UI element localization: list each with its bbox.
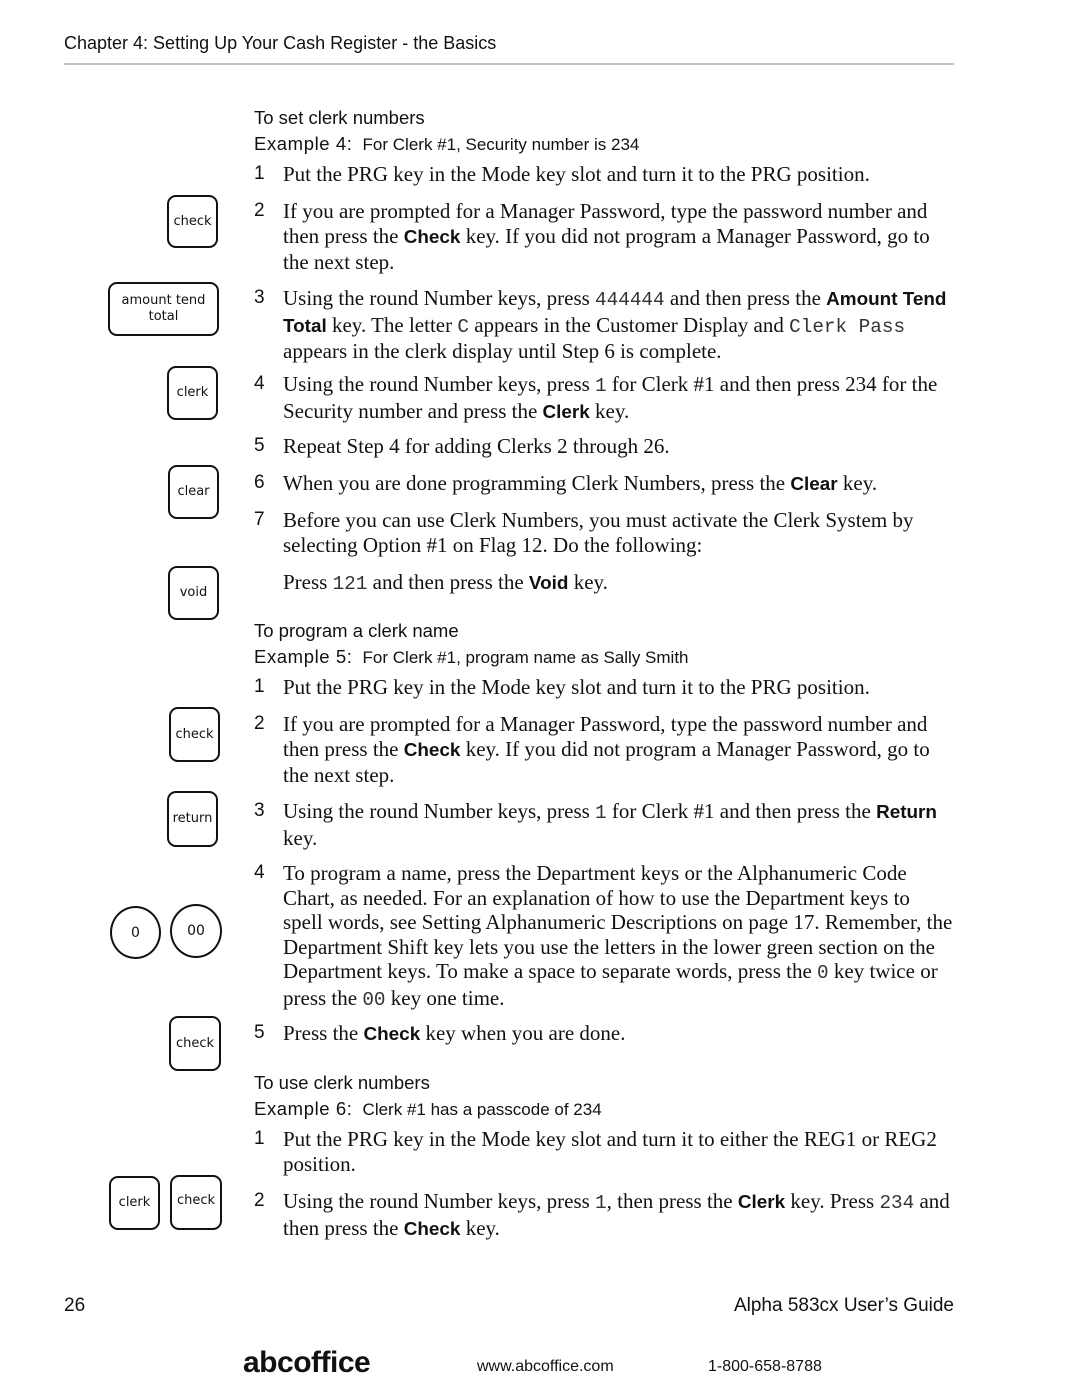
check-key: check [169, 707, 220, 762]
step-text: Using the round Number keys, press 44444… [283, 286, 947, 363]
step-number: 1 [254, 1128, 265, 1149]
check-key: check [169, 1016, 221, 1071]
key-name: Clerk [542, 401, 590, 423]
key-input-value: 1 [595, 375, 607, 397]
return-key: return [167, 791, 218, 847]
clear-key: clear [168, 465, 219, 519]
step-text: Using the round Number keys, press 1 for… [283, 372, 938, 423]
key-input-value: 444444 [595, 289, 665, 311]
void-key: void [168, 566, 219, 620]
key-name: Check [363, 1024, 421, 1045]
step-text: Using the round Number keys, press 1 for… [283, 799, 937, 850]
step-number: 5 [254, 435, 265, 456]
step-number: 2 [254, 1190, 265, 1211]
step: 2 If you are prompted for a Manager Passw… [254, 712, 954, 788]
section-title: To program a clerk name [254, 620, 459, 641]
step-number: 1 [254, 676, 265, 697]
step-text: Press 121 and then press the Void key. [283, 570, 608, 595]
step-text: Before you can use Clerk Numbers, you mu… [283, 508, 914, 557]
clerk-key: clerk [167, 366, 218, 420]
header-divider [64, 63, 954, 65]
step: 4 To program a name, press the Department… [254, 861, 954, 1012]
step: 1 Put the PRG key in the Mode key slot an… [254, 675, 954, 700]
key-name: Clear [790, 474, 838, 495]
check-key: check [170, 1175, 222, 1230]
website-link[interactable]: www.abcoffice.com [477, 1358, 614, 1376]
brand-logo: abcoffice [243, 1346, 371, 1379]
step-text: Repeat Step 4 for adding Clerks 2 throug… [283, 434, 670, 458]
key-input-value: C [457, 315, 469, 338]
step: 1 Put the PRG key in the Mode key slot an… [254, 162, 954, 187]
example-label: Example 5: [254, 646, 353, 667]
step: 2 If you are prompted for a Manager Passw… [254, 199, 954, 275]
example-label: Example 6: [254, 1098, 353, 1119]
key-label: amount tend total [121, 293, 206, 324]
step: 2 Using the round Number keys, press 1, t… [254, 1189, 954, 1242]
step-number: 5 [254, 1022, 265, 1043]
step-text: Put the PRG key in the Mode key slot and… [283, 162, 870, 186]
key-input-value: 121 [332, 573, 368, 595]
step: 7 Before you can use Clerk Numbers, you m… [254, 508, 954, 557]
key-name: Void [528, 573, 569, 594]
step: Press 121 and then press the Void key. [254, 570, 954, 597]
key-name: Clerk [737, 1192, 786, 1213]
page-number: 26 [64, 1295, 86, 1316]
step: 1 Put the PRG key in the Mode key slot an… [254, 1127, 954, 1176]
key-input-value: 1 [595, 802, 607, 824]
step-text: If you are prompted for a Manager Passwo… [283, 712, 930, 787]
key-input-value: Clerk Pass [789, 315, 906, 338]
zero-key: 0 [110, 906, 161, 959]
step: 5 Press the Check key when you are done. [254, 1021, 954, 1048]
section-title: To use clerk numbers [254, 1072, 430, 1093]
step-number: 3 [254, 287, 265, 308]
step-text: Press the Check key when you are done. [283, 1021, 626, 1045]
key-name: Check [403, 1218, 461, 1240]
step-number: 4 [254, 862, 265, 883]
step-number: 7 [254, 509, 265, 530]
step-number: 1 [254, 163, 265, 184]
key-input-value: 00 [362, 988, 386, 1011]
example-label: Example 4: [254, 133, 353, 154]
chapter-header: Chapter 4: Setting Up Your Cash Register… [64, 33, 497, 53]
example-heading: Example 5: For Clerk #1, program name as … [254, 646, 689, 668]
key-name: Check [403, 226, 461, 248]
guide-title: Alpha 583cx User’s Guide [733, 1295, 954, 1316]
key-name: Return [876, 802, 937, 823]
key-input-value: 234 [879, 1192, 915, 1214]
step-text: Put the PRG key in the Mode key slot and… [283, 1127, 937, 1176]
key-name: Check [403, 739, 461, 761]
amount-tend-total-key: amount tend total [108, 282, 219, 336]
example-heading: Example 4: For Clerk #1, Security number … [254, 133, 639, 155]
example-text: For Clerk #1, program name as Sally Smit… [362, 648, 689, 667]
step-text: To program a name, press the Department … [283, 861, 953, 1011]
check-key: check [167, 195, 218, 248]
example-heading: Example 6: Clerk #1 has a passcode of 234 [254, 1098, 602, 1120]
step-text: Put the PRG key in the Mode key slot and… [283, 675, 870, 699]
step: 4 Using the round Number keys, press 1 fo… [254, 372, 954, 425]
phone-number: 1-800-658-8788 [708, 1358, 822, 1375]
step-number: 2 [254, 713, 265, 734]
key-input-value: 0 [817, 962, 829, 984]
key-input-value: 1 [595, 1192, 607, 1214]
step-number: 2 [254, 200, 265, 221]
double-zero-key: 00 [170, 904, 222, 958]
step: 3 Using the round Number keys, press 1 fo… [254, 799, 954, 850]
step: 5 Repeat Step 4 for adding Clerks 2 throu… [254, 434, 954, 459]
step: 6 When you are done programming Clerk Num… [254, 471, 954, 498]
step-number: 3 [254, 800, 265, 821]
section-title: To set clerk numbers [254, 107, 425, 128]
step-text: If you are prompted for a Manager Passwo… [283, 199, 930, 274]
clerk-key: clerk [109, 1176, 160, 1230]
example-text: Clerk #1 has a passcode of 234 [362, 1100, 602, 1119]
step-number: 6 [254, 472, 265, 493]
step-number: 4 [254, 373, 265, 394]
example-text: For Clerk #1, Security number is 234 [362, 135, 640, 154]
step-text: Using the round Number keys, press 1, th… [283, 1189, 950, 1240]
step: 3 Using the round Number keys, press 4444… [254, 286, 954, 364]
step-text: When you are done programming Clerk Numb… [283, 471, 878, 495]
